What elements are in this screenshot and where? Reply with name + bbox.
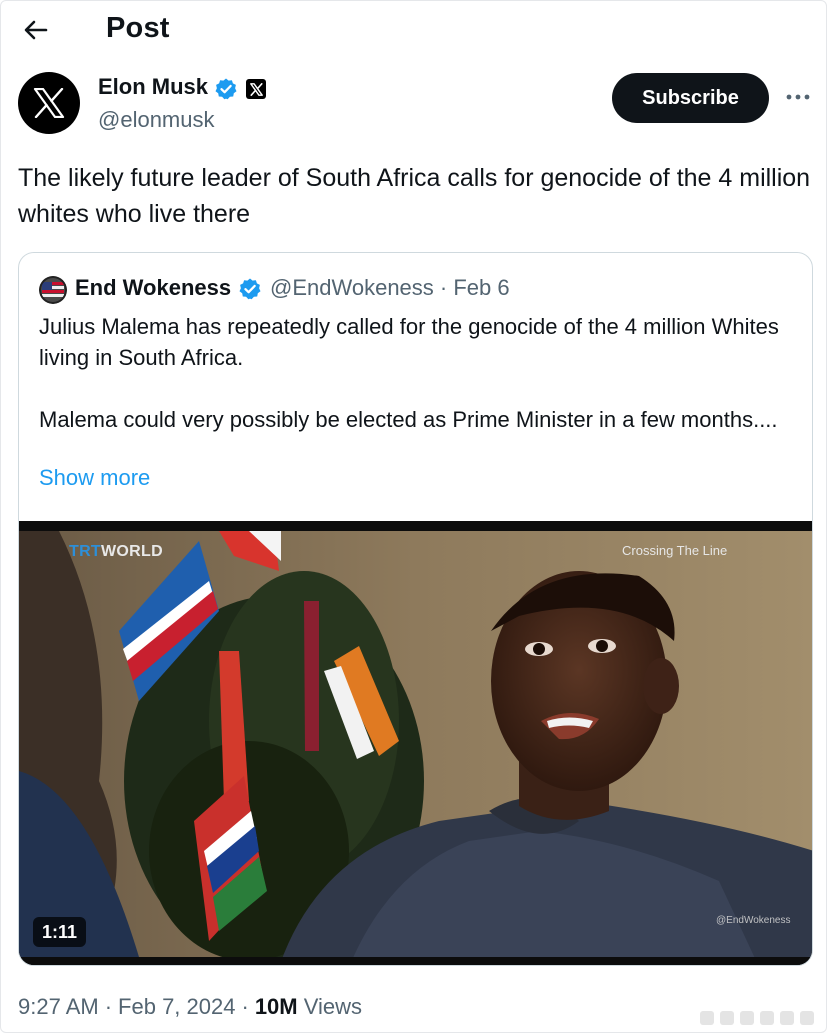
separator: ·	[104, 994, 113, 1019]
watermark-logo	[700, 1011, 814, 1025]
quoted-handle-date[interactable]: @EndWokeness · Feb 6	[270, 275, 510, 301]
channel-logo-part: TRT	[69, 543, 102, 560]
author-name[interactable]: Elon Musk	[98, 74, 208, 100]
video-show-title: Crossing The Line	[622, 543, 728, 558]
author-handle[interactable]: @elonmusk	[98, 107, 215, 133]
quoted-text: Julius Malema has repeatedly called for …	[39, 311, 799, 435]
quoted-avatar[interactable]	[39, 276, 67, 304]
video-player[interactable]: TRTWORLD Crossing The Line @EndWokeness …	[19, 521, 812, 965]
verified-badge-icon	[215, 78, 237, 100]
x-logo-icon	[33, 88, 65, 118]
arrow-left-icon	[24, 20, 48, 40]
channel-logo: TRTWORLD	[69, 543, 163, 561]
quoted-author-name[interactable]: End Wokeness	[75, 275, 231, 301]
page-title: Post	[106, 12, 170, 44]
more-dots-icon	[786, 94, 810, 100]
post-time[interactable]: 9:27 AM	[18, 994, 99, 1019]
quoted-post-card[interactable]: End Wokeness @EndWokeness · Feb 6 Julius…	[18, 252, 813, 966]
video-frame	[19, 521, 812, 965]
channel-logo-part: WORLD	[101, 543, 163, 560]
quoted-paragraph: Julius Malema has repeatedly called for …	[39, 314, 779, 370]
post-text: The likely future leader of South Africa…	[18, 164, 811, 228]
avatar[interactable]	[18, 72, 80, 134]
views-count: 10M	[254, 994, 298, 1019]
post-date[interactable]: Feb 7, 2024	[118, 994, 235, 1019]
subscribe-button[interactable]: Subscribe	[612, 73, 769, 123]
show-more-link[interactable]: Show more	[39, 465, 150, 491]
more-options-button[interactable]	[783, 82, 813, 112]
top-bar: Post	[0, 0, 827, 62]
views-label: Views	[303, 994, 363, 1019]
video-watermark: @EndWokeness	[716, 915, 791, 926]
post-meta: 9:27 AM · Feb 7, 2024 · 10M Views	[18, 994, 362, 1020]
video-duration: 1:11	[33, 917, 87, 947]
separator: ·	[241, 994, 249, 1019]
verified-badge-icon	[239, 278, 261, 300]
x-logo-icon	[249, 82, 263, 96]
quoted-paragraph: Malema could very possibly be elected as…	[39, 407, 778, 432]
flag-avatar-icon	[39, 276, 67, 304]
back-button[interactable]	[20, 14, 52, 46]
affiliate-badge	[246, 79, 266, 99]
